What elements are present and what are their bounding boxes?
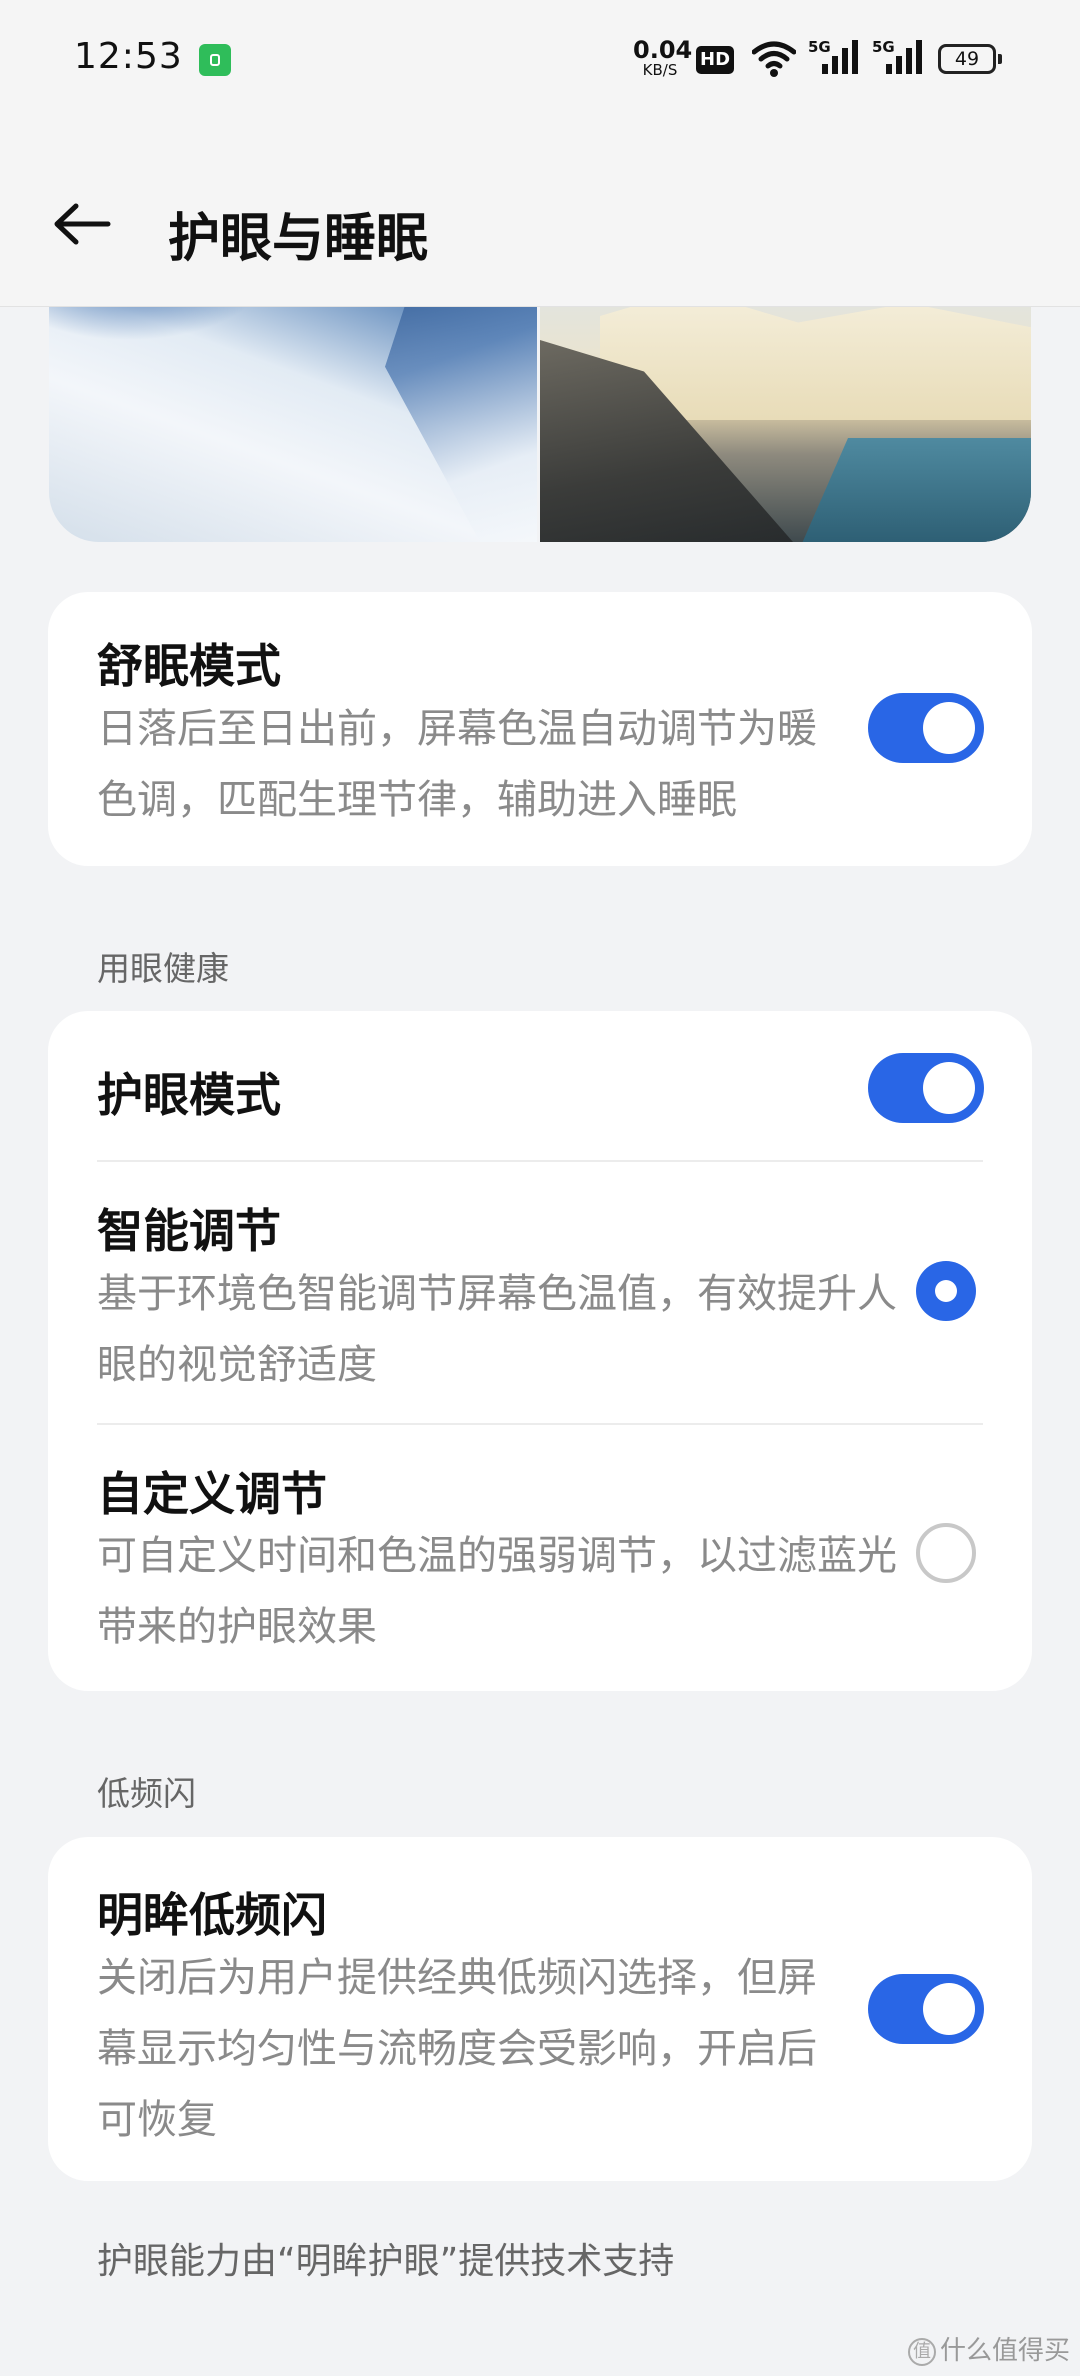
watermark: 值什么值得买 (908, 2330, 1070, 2367)
eye-mode-toggle[interactable] (868, 1053, 984, 1123)
option-smart-adjust-radio[interactable] (916, 1261, 976, 1321)
cell-signal-1-label: 5G (808, 38, 831, 56)
sleep-mode-title: 舒眠模式 (97, 639, 281, 693)
toggle-knob (923, 1062, 975, 1114)
option-custom-adjust-radio[interactable] (916, 1523, 976, 1583)
radio-dot (935, 1280, 957, 1302)
low-flicker-title: 明眸低频闪 (97, 1888, 327, 1942)
battery-icon: 49 (938, 44, 1002, 74)
watermark-text: 什么值得买 (940, 2336, 1071, 2366)
page-title: 护眼与睡眠 (168, 209, 429, 269)
network-speed-value: 0.04 (633, 36, 693, 64)
sleep-mode-card: 舒眠模式 日落后至日出前，屏幕色温自动调节为暖色调，匹配生理节律，辅助进入睡眠 (48, 592, 1032, 866)
divider (97, 1423, 983, 1425)
status-bar: 12:53 0.04 KB/S HD 5G 5G 49 (0, 0, 1080, 120)
divider (97, 1160, 983, 1162)
footer-note: 护眼能力由“明眸护眼”提供技术支持 (97, 2241, 675, 2282)
cell-signal-icon-2: 5G (872, 38, 924, 82)
sleep-mode-description: 日落后至日出前，屏幕色温自动调节为暖色调，匹配生理节律，辅助进入睡眠 (97, 706, 817, 823)
option-custom-adjust-title: 自定义调节 (97, 1467, 327, 1521)
cell-signal-2-label: 5G (872, 38, 895, 56)
hd-voice-icon: HD (696, 46, 735, 74)
low-flicker-description: 关闭后为用户提供经典低频闪选择，但屏幕显示均匀性与流畅度会受影响，开启后可恢复 (97, 1955, 817, 2143)
cell-signal-icon-1: 5G (808, 38, 860, 82)
toggle-knob (923, 1983, 975, 2035)
wifi-icon (752, 41, 796, 77)
watermark-logo-icon: 值 (908, 2337, 936, 2366)
eye-mode-title: 护眼模式 (97, 1068, 281, 1122)
network-speed: 0.04 KB/S (633, 36, 693, 79)
section-header-eye-health: 用眼健康 (97, 949, 229, 988)
sleep-mode-toggle[interactable] (868, 693, 984, 763)
network-speed-unit: KB/S (642, 61, 678, 79)
eye-health-card: 护眼模式 智能调节 基于环境色智能调节屏幕色温值，有效提升人眼的视觉舒适度 自定… (48, 1011, 1032, 1691)
option-custom-adjust-description: 可自定义时间和色温的强弱调节，以过滤蓝光带来的护眼效果 (97, 1533, 897, 1650)
toggle-knob (923, 702, 975, 754)
status-time: 12:53 (74, 36, 183, 77)
low-flicker-toggle[interactable] (868, 1974, 984, 2044)
back-arrow-icon[interactable] (52, 202, 112, 246)
title-bar: 护眼与睡眠 (0, 120, 1080, 307)
option-smart-adjust-description: 基于环境色智能调节屏幕色温值，有效提升人眼的视觉舒适度 (97, 1271, 897, 1388)
section-header-low-flicker: 低频闪 (97, 1774, 196, 1813)
low-flicker-card: 明眸低频闪 关闭后为用户提供经典低频闪选择，但屏幕显示均匀性与流畅度会受影响，开… (48, 1837, 1032, 2181)
option-smart-adjust-title: 智能调节 (97, 1204, 281, 1258)
app-notification-icon (199, 44, 231, 76)
